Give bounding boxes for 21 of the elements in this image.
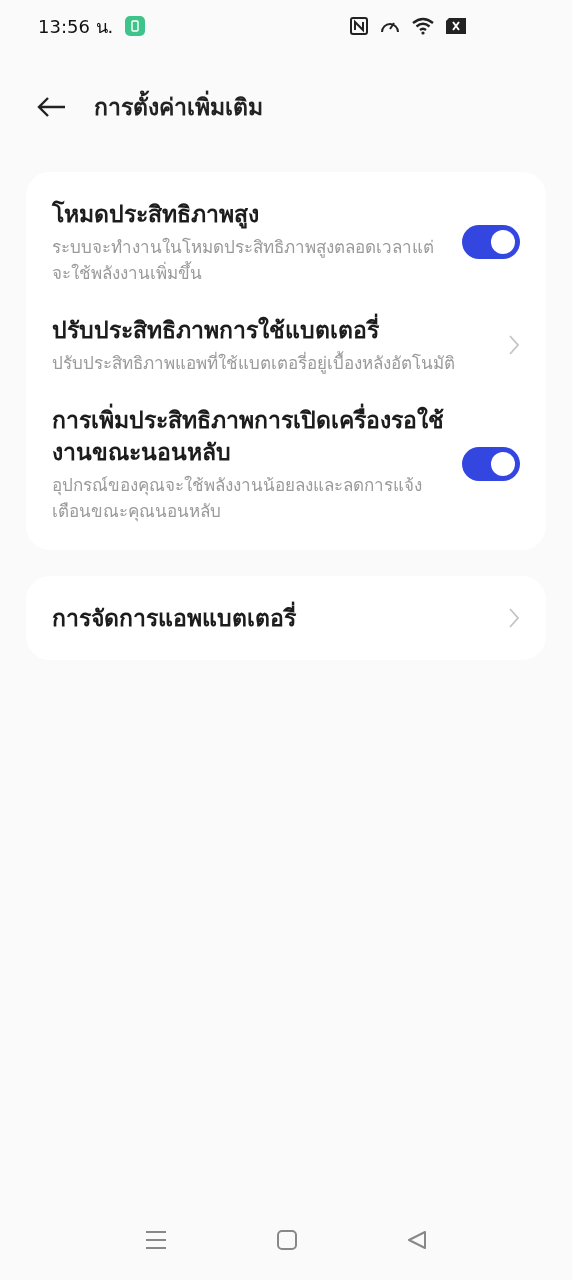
setting-description: ระบบจะทำงานในโหมดประสิทธิภาพสูงตลอดเวลาแต่จะใช้พลังงานเพิ่มขึ้น: [52, 236, 435, 285]
battery-saver-icon: [125, 16, 146, 36]
wifi-icon: [412, 17, 434, 35]
back-triangle-icon[interactable]: [407, 1230, 427, 1250]
menu-icon[interactable]: [145, 1230, 167, 1250]
setting-title: โหมดประสิทธิภาพสูง: [52, 199, 260, 230]
setting-title: การจัดการแอพแบตเตอรี่: [52, 602, 492, 634]
status-time: 13:56 น.: [38, 14, 114, 39]
nfc-icon: [350, 17, 368, 35]
toggle-switch[interactable]: [462, 225, 520, 259]
setting-title: ปรับประสิทธิภาพการใช้แบตเตอรี่: [52, 314, 492, 346]
setting-title: การเพิ่มประสิทธิภาพการเปิดเครื่องรอใช้งานขณะนอนหลับ: [52, 404, 446, 468]
home-square-icon[interactable]: [277, 1230, 297, 1250]
page-title: การตั้งค่าเพิ่มเติม: [94, 89, 263, 125]
setting-description: ปรับประสิทธิภาพแอพที่ใช้แบตเตอรี่อยู่เบื้องหลังอัตโนมัติ: [52, 350, 456, 376]
back-arrow-icon[interactable]: [36, 96, 66, 118]
toggle-switch[interactable]: [462, 447, 520, 481]
setting-description: อุปกรณ์ของคุณจะใช้พลังงานน้อยลงและลดการแจ้งเตือนขณะคุณนอนหลับ: [52, 474, 423, 524]
chevron-right-icon: [508, 334, 520, 356]
sim-error-icon: [446, 18, 466, 34]
chevron-right-icon: [508, 607, 520, 629]
